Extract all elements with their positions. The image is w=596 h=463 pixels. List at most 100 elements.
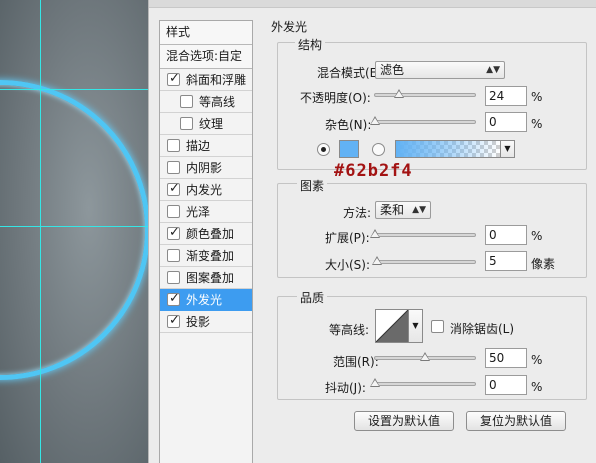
style-item-label: 纹理 xyxy=(199,117,224,131)
select-arrows-icon: ▲▼ xyxy=(486,65,500,75)
style-item-label: 图案叠加 xyxy=(186,271,235,285)
style-checkbox[interactable] xyxy=(180,117,193,130)
elements-label: 图素 xyxy=(297,177,328,194)
glow-gradient-picker[interactable] xyxy=(395,140,501,158)
contour-dropdown-button[interactable]: ▼ xyxy=(409,309,423,343)
style-checkbox[interactable] xyxy=(167,271,180,284)
opacity-input[interactable]: 24 xyxy=(485,86,527,106)
style-checkbox[interactable]: ✓ xyxy=(167,225,180,240)
style-checkbox[interactable]: ✓ xyxy=(167,313,180,328)
noise-slider[interactable] xyxy=(370,116,476,125)
style-item-label: 颜色叠加 xyxy=(186,227,235,241)
jitter-slider-handle[interactable] xyxy=(370,378,380,387)
checkmark-icon: ✓ xyxy=(169,71,180,86)
technique-value: 柔和 xyxy=(380,203,405,217)
horizontal-guide-line[interactable] xyxy=(0,89,148,90)
style-checkbox[interactable] xyxy=(167,205,180,218)
style-item[interactable]: 光泽 xyxy=(160,201,252,223)
style-item[interactable]: 渐变叠加 xyxy=(160,245,252,267)
dialog-title-bar[interactable] xyxy=(149,0,596,8)
style-checkbox[interactable] xyxy=(167,139,180,152)
style-item-label: 内发光 xyxy=(186,183,223,197)
style-item-label: 内阴影 xyxy=(186,161,223,175)
range-slider-handle[interactable] xyxy=(420,352,430,361)
style-item[interactable]: 内阴影 xyxy=(160,157,252,179)
size-label: 大小(S): xyxy=(325,258,371,272)
spread-slider-handle[interactable] xyxy=(370,229,380,238)
style-checkbox[interactable] xyxy=(167,161,180,174)
blending-options-item[interactable]: 混合选项:自定 xyxy=(160,45,252,69)
jitter-unit: % xyxy=(531,380,543,394)
size-slider[interactable] xyxy=(372,256,476,265)
style-item-label: 描边 xyxy=(186,139,211,153)
contour-preview[interactable] xyxy=(375,309,409,343)
style-item[interactable]: 纹理 xyxy=(160,113,252,135)
blend-mode-value: 滤色 xyxy=(380,63,405,77)
size-slider-handle[interactable] xyxy=(372,256,382,265)
opacity-label: 不透明度(O): xyxy=(300,91,371,105)
size-input[interactable]: 5 xyxy=(485,251,527,271)
photoshop-layer-style-window: 样式 混合选项:自定 ✓ 斜面和浮雕等高线纹理描边内阴影 ✓ 内发光光泽 ✓ 颜色叠加渐变… xyxy=(0,0,596,463)
styles-list: 样式 混合选项:自定 ✓ 斜面和浮雕等高线纹理描边内阴影 ✓ 内发光光泽 ✓ 颜色叠加渐变… xyxy=(159,20,253,463)
blend-mode-select[interactable]: 滤色 ▲▼ xyxy=(375,61,505,79)
style-item-label: 外发光 xyxy=(186,293,223,307)
technique-select[interactable]: 柔和 ▲▼ xyxy=(375,201,431,219)
style-item[interactable]: 等高线 xyxy=(160,91,252,113)
opacity-slider-handle[interactable] xyxy=(394,89,404,98)
style-checkbox[interactable]: ✓ xyxy=(167,71,180,86)
contour-curve-icon xyxy=(375,309,409,343)
style-item[interactable]: ✓ 内发光 xyxy=(160,179,252,201)
jitter-input[interactable]: 0 xyxy=(485,375,527,395)
layer-style-dialog: 样式 混合选项:自定 ✓ 斜面和浮雕等高线纹理描边内阴影 ✓ 内发光光泽 ✓ 颜色叠加渐变… xyxy=(148,0,596,463)
checkmark-icon: ✓ xyxy=(169,313,180,328)
color-hex-annotation: #62b2f4 xyxy=(334,161,413,181)
structure-label: 结构 xyxy=(295,36,326,53)
gradient-dropdown-button[interactable]: ▼ xyxy=(501,140,515,158)
noise-input[interactable]: 0 xyxy=(485,112,527,132)
set-default-button[interactable]: 设置为默认值 xyxy=(354,411,454,431)
style-item-label: 等高线 xyxy=(199,95,236,109)
document-canvas[interactable] xyxy=(0,0,148,463)
style-checkbox[interactable]: ✓ xyxy=(167,181,180,196)
checkmark-icon: ✓ xyxy=(169,181,180,196)
select-arrows-icon: ▲▼ xyxy=(412,205,426,215)
antialias-label: 消除锯齿(L) xyxy=(450,322,515,336)
noise-label: 杂色(N): xyxy=(325,118,372,132)
style-item[interactable]: ✓ 外发光 xyxy=(160,289,252,311)
style-checkbox[interactable] xyxy=(167,249,180,262)
style-item[interactable]: ✓ 颜色叠加 xyxy=(160,223,252,245)
jitter-slider[interactable] xyxy=(370,378,476,387)
vertical-guide-line[interactable] xyxy=(40,0,41,463)
opacity-slider[interactable] xyxy=(374,89,476,98)
noise-slider-handle[interactable] xyxy=(370,116,380,125)
quality-label: 品质 xyxy=(297,289,328,306)
glowing-ring-shape xyxy=(0,80,148,380)
noise-unit: % xyxy=(531,117,543,131)
range-input[interactable]: 50 xyxy=(485,348,527,368)
solid-color-radio[interactable] xyxy=(317,143,330,156)
size-unit: 像素 xyxy=(531,257,556,271)
spread-slider[interactable] xyxy=(370,229,476,238)
contour-label: 等高线: xyxy=(329,323,370,337)
style-item-label: 斜面和浮雕 xyxy=(186,73,247,87)
spread-unit: % xyxy=(531,229,543,243)
technique-label: 方法: xyxy=(343,206,372,220)
gradient-radio[interactable] xyxy=(372,143,385,156)
range-slider[interactable] xyxy=(374,352,476,361)
horizontal-guide-line[interactable] xyxy=(0,226,148,227)
style-item[interactable]: ✓ 斜面和浮雕 xyxy=(160,69,252,91)
range-label: 范围(R): xyxy=(333,355,379,369)
checkmark-icon: ✓ xyxy=(169,225,180,240)
style-item[interactable]: 图案叠加 xyxy=(160,267,252,289)
spread-input[interactable]: 0 xyxy=(485,225,527,245)
reset-default-button[interactable]: 复位为默认值 xyxy=(466,411,566,431)
antialias-checkbox[interactable] xyxy=(431,320,444,333)
style-item[interactable]: ✓ 投影 xyxy=(160,311,252,333)
panel-title: 外发光 xyxy=(271,20,308,34)
style-checkbox[interactable]: ✓ xyxy=(167,291,180,306)
glow-color-swatch[interactable] xyxy=(339,140,359,158)
styles-header[interactable]: 样式 xyxy=(160,21,252,45)
opacity-unit: % xyxy=(531,90,543,104)
style-item[interactable]: 描边 xyxy=(160,135,252,157)
style-checkbox[interactable] xyxy=(180,95,193,108)
